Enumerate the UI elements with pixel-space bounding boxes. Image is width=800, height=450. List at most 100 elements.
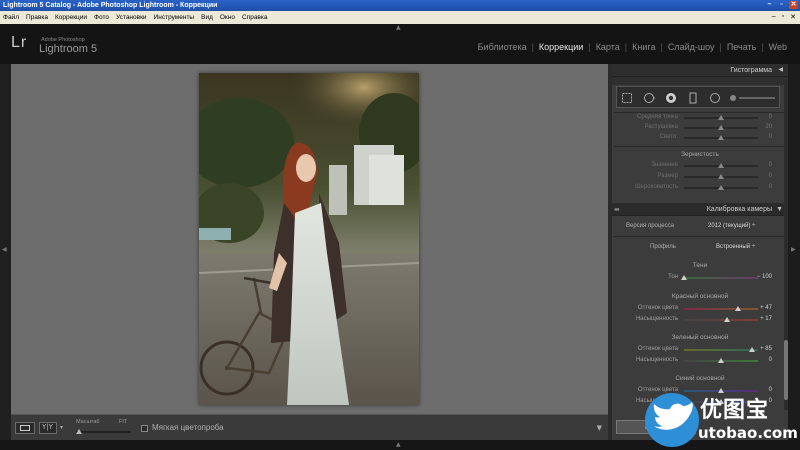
slider-thumb[interactable] bbox=[724, 317, 731, 322]
watermark-text: 优图宝 bbox=[700, 398, 770, 423]
shadows-title: Тени bbox=[692, 262, 708, 269]
slider-thumb[interactable] bbox=[718, 115, 724, 120]
slider-thumb[interactable] bbox=[718, 135, 724, 140]
slider-thumb[interactable] bbox=[718, 185, 724, 190]
slider-value[interactable]: 0 bbox=[750, 357, 772, 363]
module-slideshow[interactable]: Слайд-шоу bbox=[663, 42, 720, 52]
menu-photo[interactable]: Фото bbox=[94, 14, 109, 21]
slider-value[interactable]: + 85 bbox=[750, 346, 772, 352]
menu-view[interactable]: Вид bbox=[201, 14, 213, 21]
slider-track[interactable] bbox=[684, 277, 758, 279]
window-controls: – ▫ ✕ bbox=[765, 1, 798, 9]
module-web[interactable]: Web bbox=[764, 42, 792, 52]
slider-label: Значение bbox=[651, 162, 678, 168]
red-primary-title: Красный основной bbox=[671, 293, 729, 300]
slider-track[interactable] bbox=[684, 319, 758, 321]
slider-value[interactable]: 0 bbox=[750, 184, 772, 190]
right-panel-toggle-icon[interactable]: ▶ bbox=[791, 246, 796, 253]
module-library[interactable]: Библиотека bbox=[473, 42, 532, 52]
spot-removal-icon[interactable] bbox=[643, 92, 655, 104]
slider-thumb[interactable] bbox=[718, 125, 724, 130]
profile-label: Профиль bbox=[650, 244, 676, 250]
photo-preview[interactable] bbox=[199, 73, 419, 405]
process-version-value: 2012 (текущий) bbox=[708, 223, 751, 229]
slider-thumb[interactable] bbox=[718, 163, 724, 168]
expand-triangle-icon[interactable]: ▼ bbox=[776, 203, 783, 216]
filmstrip-toggle-icon[interactable]: ▲ bbox=[396, 441, 401, 448]
green-primary-title: Зеленый основной bbox=[671, 334, 729, 341]
process-version-select[interactable]: 2012 (текущий) ÷ bbox=[708, 223, 755, 229]
panel-switch-icon[interactable]: ▬ bbox=[614, 206, 620, 213]
before-after-icon: Y|Y bbox=[42, 423, 53, 431]
slider-label: Насыщенность bbox=[635, 357, 678, 363]
slider-track[interactable] bbox=[684, 349, 758, 351]
slider-value[interactable]: + 47 bbox=[750, 305, 772, 311]
module-develop[interactable]: Коррекции bbox=[534, 42, 588, 52]
view-dropdown-icon[interactable]: ▾ bbox=[60, 424, 63, 431]
adjustment-brush-icon[interactable] bbox=[729, 93, 777, 103]
slider-track[interactable] bbox=[684, 308, 758, 310]
toolbar-options-icon[interactable]: ▼ bbox=[597, 424, 602, 432]
collapse-triangle-icon[interactable]: ◀ bbox=[778, 64, 783, 77]
maximize-icon[interactable]: ▫ bbox=[777, 1, 786, 9]
crop-icon[interactable] bbox=[621, 92, 633, 104]
soft-proofing-label: Мягкая цветопроба bbox=[152, 423, 224, 432]
top-panel-toggle-icon[interactable]: ▲ bbox=[396, 24, 401, 31]
calibration-panel-header[interactable]: Калибровка камеры ▼ bbox=[612, 203, 788, 216]
module-map[interactable]: Карта bbox=[591, 42, 625, 52]
menu-edit[interactable]: Правка bbox=[26, 14, 48, 21]
zoom-slider[interactable] bbox=[76, 429, 131, 434]
slider-thumb[interactable] bbox=[718, 174, 724, 179]
slider-thumb[interactable] bbox=[681, 275, 687, 280]
minimize-icon[interactable]: – bbox=[765, 1, 774, 9]
lightroom-window: Lightroom 5 Catalog - Adobe Photoshop Li… bbox=[0, 0, 800, 450]
loupe-view-button[interactable] bbox=[15, 422, 35, 434]
slider-value[interactable]: 20 bbox=[750, 124, 772, 130]
slider-value[interactable]: 0 bbox=[750, 173, 772, 179]
profile-select[interactable]: Встроенный ÷ bbox=[716, 244, 755, 250]
doc-close-icon[interactable]: ✕ bbox=[790, 13, 796, 21]
slider-label: Тон bbox=[668, 274, 678, 280]
profile-value: Встроенный bbox=[716, 244, 751, 250]
watermark: 优图宝 utobao.com bbox=[642, 388, 800, 450]
menu-tools[interactable]: Инструменты bbox=[154, 14, 195, 21]
left-panel-toggle-icon[interactable]: ◀ bbox=[2, 246, 7, 253]
watermark-bird-logo bbox=[645, 393, 699, 447]
menu-help[interactable]: Справка bbox=[242, 14, 268, 21]
doc-minimize-icon[interactable]: – bbox=[772, 13, 776, 21]
zoom-fit-label: FIT bbox=[119, 419, 128, 425]
menu-file[interactable]: Файл bbox=[3, 14, 19, 21]
zoom-slider-thumb[interactable] bbox=[76, 429, 82, 434]
menu-develop[interactable]: Коррекции bbox=[55, 14, 87, 21]
slider-thumb[interactable] bbox=[718, 358, 724, 363]
close-icon[interactable]: ✕ bbox=[789, 1, 798, 9]
radial-filter-icon[interactable] bbox=[709, 92, 721, 104]
doc-restore-icon[interactable]: ▫ bbox=[782, 13, 784, 21]
histogram-panel-header[interactable]: Гистограмма ◀ bbox=[612, 64, 788, 77]
module-print[interactable]: Печать bbox=[722, 42, 761, 52]
bottom-toolbar: Y|Y ▾ Масштаб FIT Мягкая цветопроба ▼ bbox=[11, 414, 608, 440]
slider-thumb[interactable] bbox=[735, 306, 742, 311]
blue-primary-title: Синий основной bbox=[675, 375, 725, 382]
slider-value[interactable]: + 17 bbox=[750, 316, 772, 322]
red-eye-icon[interactable] bbox=[665, 92, 677, 104]
photo-image bbox=[199, 73, 419, 405]
brand-product: Lightroom 5 bbox=[39, 43, 98, 55]
left-panel-collapsed: ◀ bbox=[0, 64, 11, 450]
panel-separator bbox=[614, 236, 786, 237]
slider-value[interactable]: 0 bbox=[750, 162, 772, 168]
before-after-button[interactable]: Y|Y bbox=[39, 422, 57, 434]
slider-value[interactable]: 0 bbox=[750, 114, 772, 120]
graduated-filter-icon[interactable] bbox=[687, 92, 699, 104]
menu-settings[interactable]: Установки bbox=[116, 14, 147, 21]
module-book[interactable]: Книга bbox=[627, 42, 660, 52]
calibration-title: Калибровка камеры bbox=[706, 206, 772, 213]
histogram-area bbox=[612, 77, 788, 85]
grain-title: Зернистость bbox=[681, 151, 719, 158]
image-canvas[interactable] bbox=[11, 64, 608, 414]
slider-value[interactable]: − 100 bbox=[750, 274, 772, 280]
menu-window[interactable]: Окно bbox=[220, 14, 235, 21]
menu-bar: Файл Правка Коррекции Фото Установки Инс… bbox=[0, 11, 800, 24]
slider-value[interactable]: 0 bbox=[750, 134, 772, 140]
soft-proofing-checkbox[interactable] bbox=[141, 425, 148, 432]
